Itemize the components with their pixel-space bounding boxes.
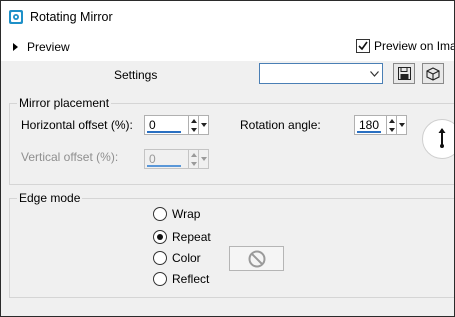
checkbox-checked-icon bbox=[356, 39, 370, 53]
up-arrow-icon bbox=[190, 118, 197, 123]
vertical-offset-label: Vertical offset (%): bbox=[21, 150, 119, 164]
no-symbol-icon bbox=[248, 250, 265, 267]
edge-mode-color-radio[interactable]: Color bbox=[153, 251, 201, 265]
horizontal-offset-label: Horizontal offset (%): bbox=[21, 118, 133, 132]
title-bar: Rotating Mirror bbox=[1, 1, 454, 35]
preview-label: Preview bbox=[27, 40, 70, 54]
edge-mode-title: Edge mode bbox=[17, 191, 83, 205]
rotation-angle-value: 180 bbox=[359, 118, 380, 132]
edge-mode-wrap-label: Wrap bbox=[172, 207, 201, 221]
rotation-angle-label: Rotation angle: bbox=[240, 118, 321, 132]
preset-options-button[interactable] bbox=[422, 63, 444, 84]
radio-selected-icon bbox=[153, 230, 167, 244]
chevron-down-icon bbox=[200, 123, 207, 127]
rotation-dial[interactable] bbox=[422, 119, 454, 159]
edge-mode-wrap-radio[interactable]: Wrap bbox=[153, 207, 200, 221]
preview-on-image-checkbox[interactable]: Preview on Imag bbox=[356, 39, 455, 53]
value-underline bbox=[147, 165, 181, 167]
edge-mode-color-label: Color bbox=[172, 251, 201, 265]
chevron-down-icon bbox=[398, 123, 405, 127]
rotation-angle-stepper[interactable] bbox=[387, 115, 397, 135]
rotation-angle-input[interactable]: 180 bbox=[354, 115, 387, 135]
vertical-offset-value: 0 bbox=[149, 152, 156, 166]
horizontal-offset-stepper[interactable] bbox=[189, 115, 199, 135]
angle-dial-icon bbox=[438, 128, 446, 148]
horizontal-offset-input[interactable]: 0 bbox=[144, 115, 189, 135]
edge-mode-repeat-label: Repeat bbox=[172, 230, 211, 244]
up-arrow-icon bbox=[190, 152, 197, 157]
edge-mode-repeat-radio[interactable]: Repeat bbox=[153, 230, 211, 244]
down-arrow-icon bbox=[388, 127, 395, 132]
expand-arrow-icon bbox=[13, 43, 18, 51]
rotation-angle-dropdown[interactable] bbox=[397, 115, 407, 135]
preview-toggle[interactable]: Preview bbox=[13, 40, 70, 54]
horizontal-offset-spinbox: 0 bbox=[144, 115, 209, 135]
mirror-placement-title: Mirror placement bbox=[17, 96, 112, 110]
edge-mode-reflect-radio[interactable]: Reflect bbox=[153, 272, 209, 286]
chevron-down-icon bbox=[367, 64, 382, 83]
floppy-disk-icon bbox=[397, 67, 411, 80]
horizontal-offset-dropdown[interactable] bbox=[199, 115, 209, 135]
window-title: Rotating Mirror bbox=[30, 10, 113, 24]
rotating-mirror-dialog: Rotating Mirror Preview Preview on Imag … bbox=[0, 0, 455, 317]
preview-row: Preview Preview on Imag bbox=[1, 35, 454, 61]
radio-unselected-icon bbox=[153, 251, 167, 265]
value-underline bbox=[357, 131, 381, 133]
vertical-offset-spinbox: 0 bbox=[144, 149, 209, 169]
settings-label: Settings bbox=[114, 68, 158, 82]
edge-color-swatch[interactable] bbox=[229, 246, 284, 271]
vertical-offset-dropdown[interactable] bbox=[199, 149, 209, 169]
edge-mode-reflect-label: Reflect bbox=[172, 272, 210, 286]
settings-preset-select[interactable] bbox=[259, 63, 383, 84]
app-icon bbox=[9, 10, 23, 24]
chevron-down-icon bbox=[200, 157, 207, 161]
settings-row: Settings bbox=[1, 61, 454, 143]
vertical-offset-input[interactable]: 0 bbox=[144, 149, 189, 169]
save-preset-button[interactable] bbox=[393, 63, 415, 84]
up-arrow-icon bbox=[388, 118, 395, 123]
horizontal-offset-value: 0 bbox=[149, 118, 156, 132]
radio-unselected-icon bbox=[153, 272, 167, 286]
down-arrow-icon bbox=[190, 161, 197, 166]
value-underline bbox=[147, 131, 181, 133]
preview-on-image-label: Preview on Imag bbox=[374, 39, 455, 53]
down-arrow-icon bbox=[190, 127, 197, 132]
rotation-angle-spinbox: 180 bbox=[354, 115, 407, 135]
vertical-offset-stepper[interactable] bbox=[189, 149, 199, 169]
cube-icon bbox=[426, 66, 440, 81]
radio-unselected-icon bbox=[153, 207, 167, 221]
